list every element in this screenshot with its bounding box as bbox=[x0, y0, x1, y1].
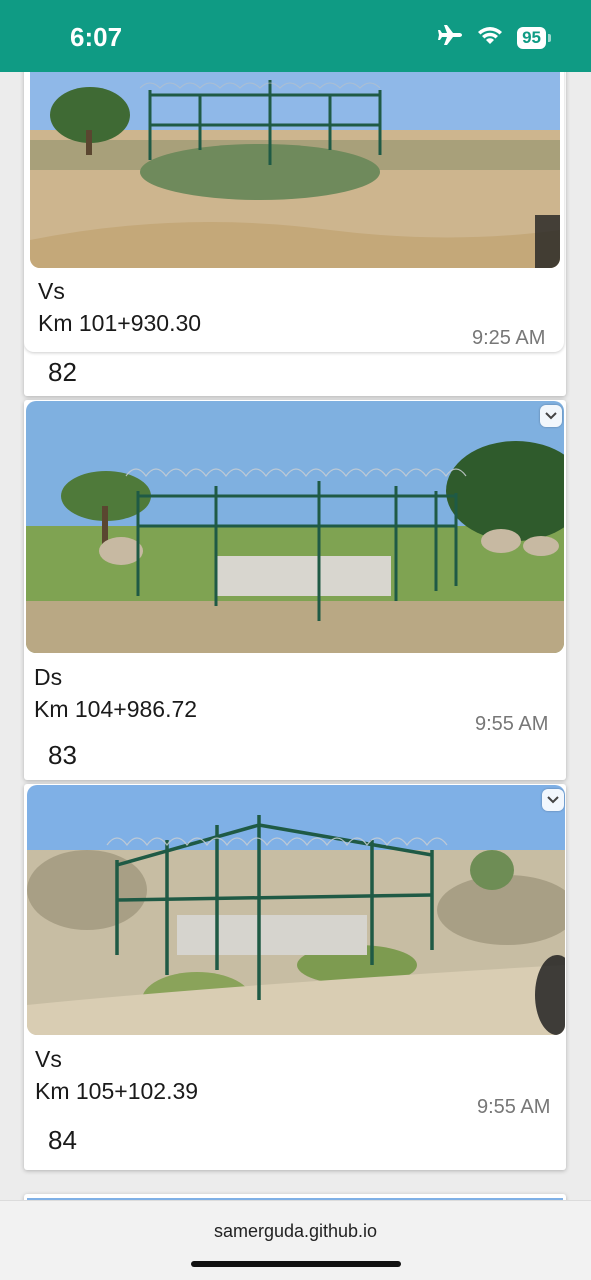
entry-type: Vs bbox=[35, 1046, 62, 1072]
browser-bottom-bar: samerguda.github.io bbox=[0, 1200, 591, 1280]
chevron-down-icon[interactable] bbox=[542, 789, 564, 811]
home-indicator[interactable] bbox=[191, 1261, 401, 1267]
entry-card-82[interactable]: Vs Km 101+930.30 9:25 AM 82 bbox=[24, 40, 566, 396]
entry-type: Vs bbox=[38, 278, 65, 304]
entry-km: Km 105+102.39 bbox=[35, 1078, 199, 1104]
battery-tip bbox=[548, 33, 551, 42]
battery-level: 95 bbox=[517, 26, 546, 49]
message-bubble[interactable]: Vs Km 101+930.30 9:25 AM bbox=[24, 40, 564, 352]
address-bar-url[interactable]: samerguda.github.io bbox=[0, 1221, 591, 1242]
photo-site-vs-105[interactable] bbox=[27, 785, 565, 1035]
status-bar: 6:07 95 bbox=[0, 0, 591, 72]
entry-time: 9:25 AM bbox=[472, 327, 546, 349]
photo-site-ds-104[interactable] bbox=[26, 401, 564, 653]
chevron-down-icon[interactable] bbox=[540, 405, 562, 427]
entry-time: 9:55 AM bbox=[477, 1096, 551, 1118]
screen: Vs Km 101+930.30 9:25 AM 82 Ds Km 104+98… bbox=[0, 0, 591, 1280]
entry-number: 84 bbox=[48, 1125, 77, 1155]
entry-number: 83 bbox=[48, 740, 77, 770]
entry-km: Km 104+986.72 bbox=[34, 696, 198, 722]
entry-km: Km 101+930.30 bbox=[38, 310, 202, 336]
airplane-icon bbox=[437, 24, 463, 51]
entry-type: Ds bbox=[34, 664, 63, 690]
battery-icon: 95 bbox=[517, 26, 551, 49]
entry-card-84[interactable]: Vs Km 105+102.39 9:55 AM 84 bbox=[24, 784, 566, 1170]
entry-number: 82 bbox=[48, 357, 77, 387]
status-icons: 95 bbox=[437, 24, 551, 51]
wifi-icon bbox=[477, 25, 503, 50]
message-feed[interactable]: Vs Km 101+930.30 9:25 AM 82 Ds Km 104+98… bbox=[0, 0, 591, 1280]
photo-site-vs-101[interactable] bbox=[30, 40, 560, 268]
entry-time: 9:55 AM bbox=[475, 713, 549, 735]
status-time: 6:07 bbox=[70, 22, 123, 52]
entry-card-83[interactable]: Ds Km 104+986.72 9:55 AM 83 bbox=[24, 400, 566, 780]
